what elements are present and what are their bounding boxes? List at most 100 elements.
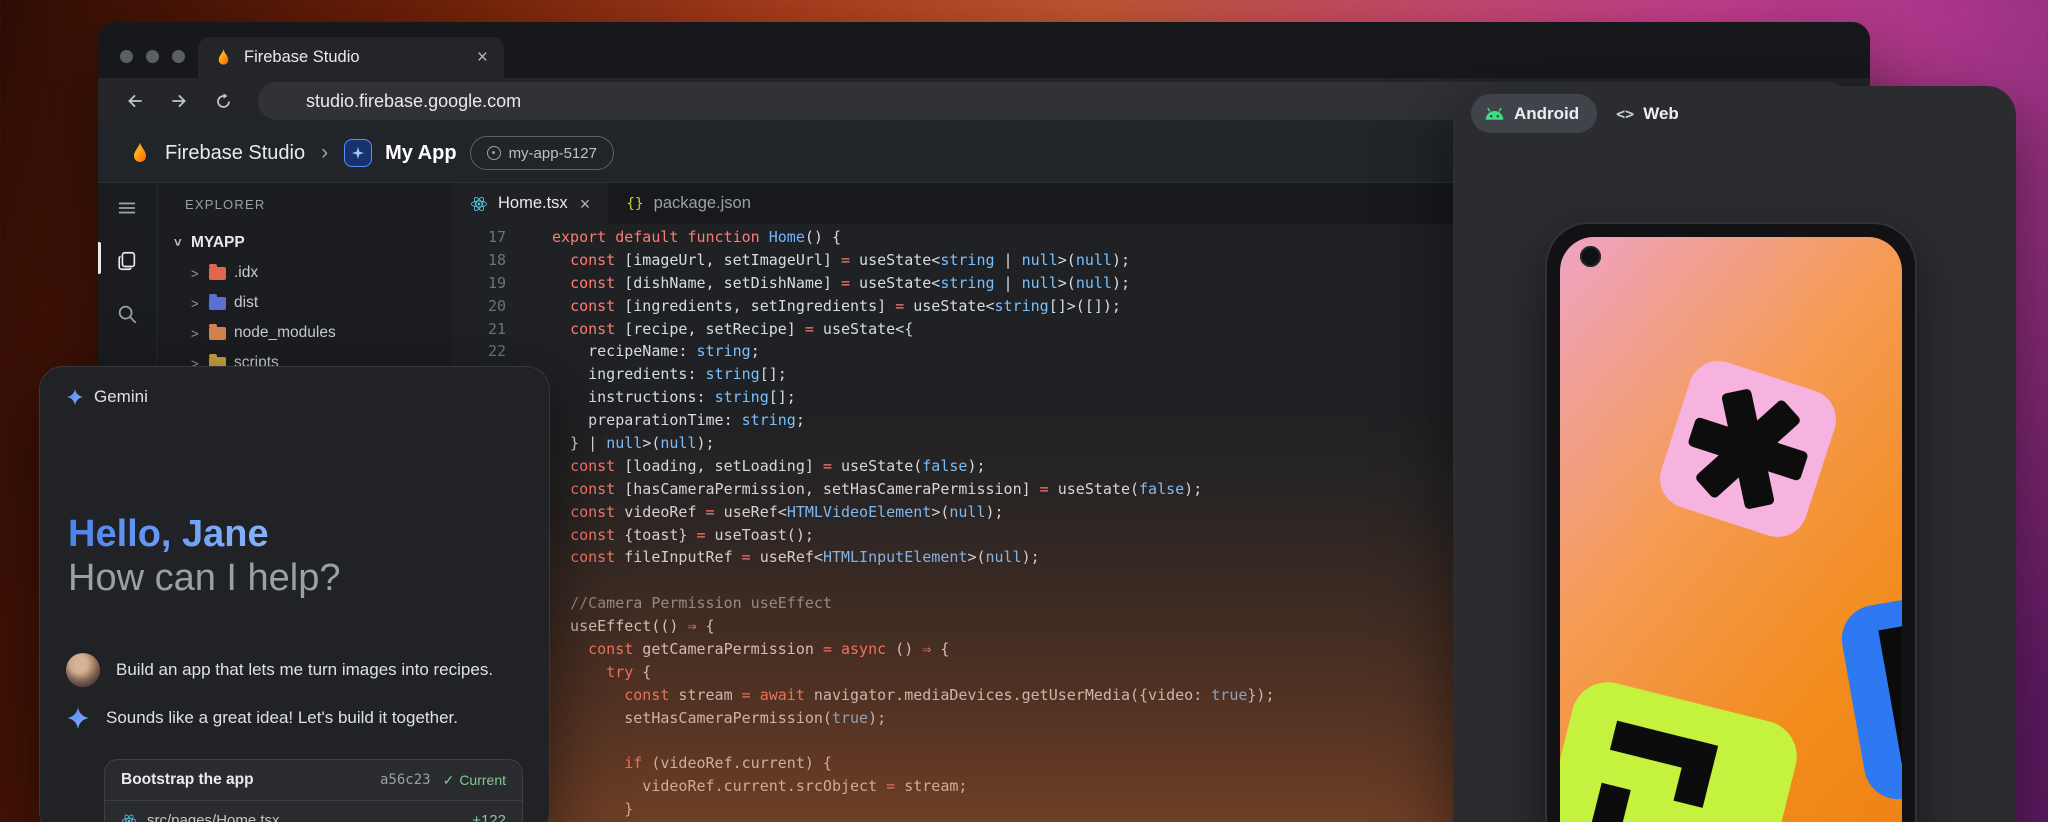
device-preview-panel: Android <> Web xyxy=(1453,86,2016,822)
explorer-item-dist[interactable]: >dist xyxy=(157,288,452,318)
window-control-dot[interactable] xyxy=(172,50,185,63)
editor-tab-package-json[interactable]: {} package.json xyxy=(608,183,769,224)
line-number: 22 xyxy=(452,340,506,363)
code-line: setHasCameraPermission(true); xyxy=(552,707,1274,730)
code-line: instructions: string[]; xyxy=(552,386,1274,409)
chevron-down-icon: > xyxy=(171,238,186,248)
toggle-android[interactable]: Android xyxy=(1471,94,1597,133)
url-text: studio.firebase.google.com xyxy=(306,91,521,112)
user-avatar xyxy=(66,653,100,687)
search-view-button[interactable] xyxy=(116,303,138,330)
pink-asterisk-shape xyxy=(1652,353,1844,545)
chat-message-text: Build an app that lets me turn images in… xyxy=(116,660,493,680)
gemini-title: Gemini xyxy=(94,387,148,407)
explorer-view-button[interactable] xyxy=(116,250,138,277)
firebase-icon xyxy=(214,48,233,67)
browser-chrome: Firebase Studio × xyxy=(98,22,1870,78)
window-control-dot[interactable] xyxy=(146,50,159,63)
tab-label: Home.tsx xyxy=(498,194,568,213)
code-line: const stream = await navigator.mediaDevi… xyxy=(552,684,1274,707)
menu-button[interactable] xyxy=(116,197,138,224)
chat-message-text: Sounds like a great idea! Let's build it… xyxy=(106,708,458,728)
bracket-icon xyxy=(1878,612,1902,772)
editor-tab-home[interactable]: Home.tsx × xyxy=(452,183,608,224)
code-line: videoRef.current.srcObject = stream; xyxy=(552,775,1274,798)
chevron-right-icon: > xyxy=(191,266,201,281)
line-number: 17 xyxy=(452,226,506,249)
toggle-web[interactable]: <> Web xyxy=(1603,94,1697,133)
explorer-items: >.idx>dist>node_modules>scripts xyxy=(157,258,452,378)
asterisk-icon xyxy=(1672,373,1823,524)
code-line: const [ingredients, setIngredients] = us… xyxy=(552,295,1274,318)
status-badge: ✓ Current xyxy=(443,772,506,789)
chat-message-user: Build an app that lets me turn images in… xyxy=(66,653,522,687)
line-number: 20 xyxy=(452,295,506,318)
tab-label: package.json xyxy=(654,194,751,213)
gemini-greeting-question: How can I help? xyxy=(68,557,341,599)
folder-icon xyxy=(209,327,226,340)
tab-close-icon[interactable]: × xyxy=(477,48,488,67)
code-line: recipeName: string; xyxy=(552,340,1274,363)
explorer-item-idx[interactable]: > .idx xyxy=(157,258,452,288)
toggle-label: Android xyxy=(1514,104,1579,124)
gemini-spark-icon xyxy=(66,388,84,406)
task-card[interactable]: Bootstrap the app a56c23 ✓ Current src/p… xyxy=(104,759,523,822)
status-text: Current xyxy=(459,772,506,788)
code-line: const videoRef = useRef<HTMLVideoElement… xyxy=(552,501,1274,524)
code-line: } xyxy=(552,798,1274,821)
code-line: if (videoRef.current) { xyxy=(552,752,1274,775)
code-line: preparationTime: string; xyxy=(552,409,1274,432)
code-line xyxy=(552,569,1274,592)
code-lines: export default function Home() { const [… xyxy=(552,226,1274,822)
code-line: useEffect(() ⇒ { xyxy=(552,615,1274,638)
gemini-greeting-name: Hello, Jane xyxy=(68,513,269,555)
chevron-right-icon: > xyxy=(191,296,201,311)
braces-icon: {} xyxy=(626,196,643,212)
phone-mockup xyxy=(1545,222,1917,822)
code-line xyxy=(552,730,1274,753)
react-icon xyxy=(470,195,488,213)
hamburger-icon xyxy=(116,197,138,219)
product-name: Firebase Studio xyxy=(165,142,305,165)
tab-close-icon[interactable]: × xyxy=(580,195,591,213)
blue-bracket-shape xyxy=(1836,577,1902,804)
forward-button[interactable] xyxy=(162,84,196,118)
file-label: .idx xyxy=(234,264,258,282)
firebase-logo-icon xyxy=(128,141,152,165)
file-tree: > MYAPP >.idx>dist>node_modules>scripts xyxy=(157,228,452,378)
window-control-dot[interactable] xyxy=(120,50,133,63)
browser-tab-title: Firebase Studio xyxy=(244,48,360,67)
explorer-item-node_modules[interactable]: >node_modules xyxy=(157,318,452,348)
browser-tab[interactable]: Firebase Studio × xyxy=(198,37,504,78)
app-id-icon xyxy=(487,146,501,160)
code-line: const [dishName, setDishName] = useState… xyxy=(552,272,1274,295)
file-label: node_modules xyxy=(234,324,336,342)
check-icon: ✓ xyxy=(443,772,455,789)
code-line: ingredients: string[]; xyxy=(552,363,1274,386)
explorer-title: EXPLORER xyxy=(185,197,452,212)
root-folder-label: MYAPP xyxy=(191,234,245,252)
device-toggle-row: Android <> Web xyxy=(1471,94,1697,133)
code-line: const [loading, setLoading] = useState(f… xyxy=(552,455,1274,478)
spark-icon xyxy=(350,145,366,161)
react-icon xyxy=(121,813,137,822)
toggle-label: Web xyxy=(1643,104,1679,124)
back-button[interactable] xyxy=(118,84,152,118)
reload-button[interactable] xyxy=(206,84,240,118)
task-title: Bootstrap the app xyxy=(121,771,254,789)
folder-icon xyxy=(209,297,226,310)
reload-icon xyxy=(214,92,233,111)
phone-camera-dot xyxy=(1580,246,1601,267)
app-name[interactable]: My App xyxy=(385,142,456,165)
code-brackets-icon: <> xyxy=(1616,105,1634,123)
explorer-root-folder[interactable]: > MYAPP xyxy=(157,228,452,258)
breadcrumb-separator: › xyxy=(321,141,328,165)
window-controls[interactable] xyxy=(120,50,185,63)
task-card-file-row[interactable]: src/pages/Home.tsx +122 xyxy=(105,800,522,822)
app-id-badge[interactable]: my-app-5127 xyxy=(470,136,614,170)
search-icon xyxy=(116,303,138,325)
files-icon xyxy=(116,250,138,272)
code-line: const getCameraPermission = async () ⇒ { xyxy=(552,638,1274,661)
folder-icon xyxy=(209,267,226,280)
app-icon xyxy=(344,139,372,167)
